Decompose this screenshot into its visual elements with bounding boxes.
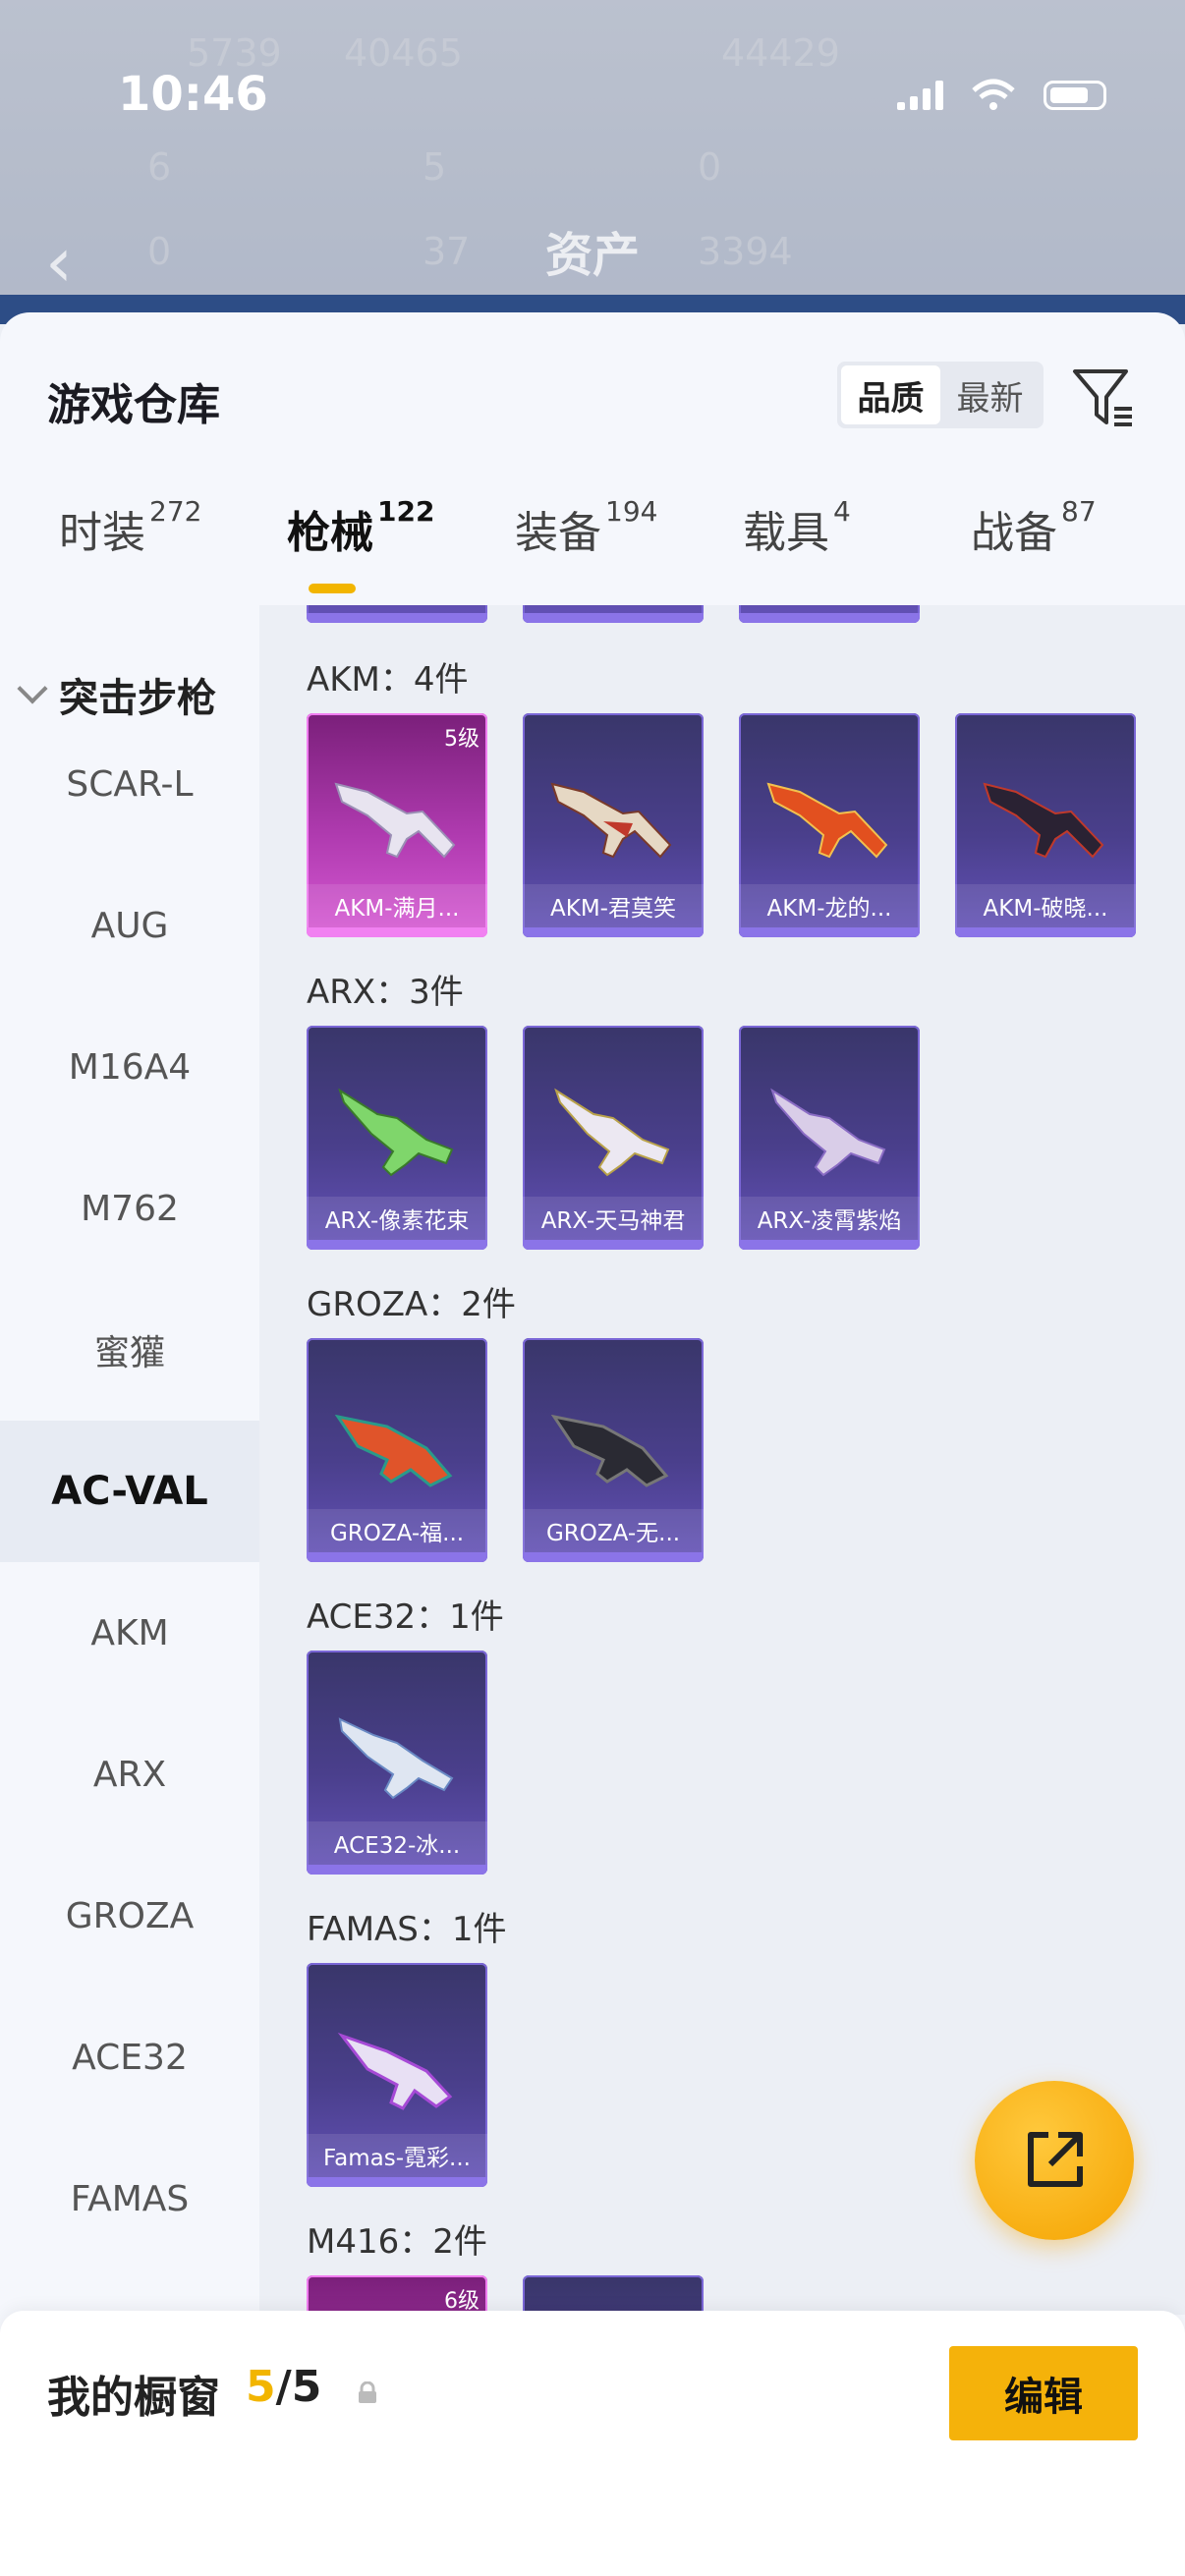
tab-underline [309, 584, 356, 593]
rifle-icon [983, 782, 1104, 859]
background-page: 5739 40465 44429 6 5 0 0 37 3394 10:46 ‹… [0, 0, 1185, 324]
tab-equipment[interactable]: 装备 194 [515, 495, 657, 560]
rifle-icon [338, 1717, 454, 1800]
lock-icon [359, 2381, 376, 2403]
skin-name: Famas-霓彩... [307, 2134, 487, 2177]
skin-card[interactable]: 6级 [307, 2275, 487, 2315]
filter-icon[interactable] [1069, 364, 1138, 432]
showcase-label: 我的橱窗 [47, 2373, 220, 2423]
sheet-title: 游戏仓库 [47, 380, 220, 430]
group-title-ace32: ACE32：1件 [307, 1597, 504, 1637]
skin-name: AKM-龙的... [739, 884, 920, 927]
tabs: 时装 272 枪械 122 装备 194 载具 4 战备 87 [0, 495, 1185, 605]
sort-toggle[interactable]: 品质 最新 [837, 362, 1044, 428]
rifle-icon [334, 1414, 453, 1487]
skin-card[interactable] [523, 605, 704, 623]
sidebar-item-famas[interactable]: FAMAS [0, 2128, 259, 2269]
skin-name: GROZA-无... [523, 1509, 704, 1552]
showcase-bar: 我的橱窗 5/5 编辑 [0, 2311, 1185, 2576]
chevron-down-icon [17, 673, 48, 704]
skin-card[interactable]: GROZA-福... [307, 1338, 487, 1562]
tab-fashion[interactable]: 时装 272 [59, 495, 201, 560]
group-title-famas: FAMAS：1件 [307, 1910, 507, 1949]
skin-card[interactable]: ARX-像素花束 [307, 1026, 487, 1250]
weapon-grid: AKM：4件 5级 AKM-满月... AKM-君莫笑 AKM-龙的... AK… [259, 605, 1185, 2315]
skin-card[interactable]: GROZA-无... [523, 1338, 704, 1562]
skin-card[interactable] [739, 605, 920, 623]
rifle-icon [338, 1088, 454, 1177]
sidebar-item-ac-val[interactable]: AC-VAL [0, 1421, 259, 1562]
status-time: 10:46 [118, 67, 268, 122]
sidebar-item-scar-l[interactable]: SCAR-L [0, 713, 259, 855]
level-badge: 5级 [444, 727, 480, 752]
edit-button[interactable]: 编辑 [949, 2346, 1138, 2440]
signal-icon [897, 81, 943, 110]
skin-name: ARX-像素花束 [307, 1197, 487, 1240]
skin-name: ACE32-冰... [307, 1821, 487, 1865]
sidebar-item-honey-badger[interactable]: 蜜獾 [0, 1279, 259, 1421]
group-title-m416: M416：2件 [307, 2222, 487, 2262]
rifle-icon [766, 782, 888, 859]
rifle-icon [337, 2032, 453, 2110]
skin-name: ARX-天马神君 [523, 1197, 704, 1240]
sidebar-item-m762[interactable]: M762 [0, 1138, 259, 1279]
sort-quality[interactable]: 品质 [841, 365, 940, 424]
skin-card[interactable]: ARX-天马神君 [523, 1026, 704, 1250]
skin-name: AKM-破晓... [955, 884, 1136, 927]
skin-name: ARX-凌霄紫焰 [739, 1197, 920, 1240]
wifi-icon [972, 79, 1015, 110]
sidebar-item-ace32[interactable]: ACE32 [0, 1987, 259, 2128]
skin-card[interactable]: Famas-霓彩... [307, 1963, 487, 2187]
skin-card[interactable]: ARX-凌霄紫焰 [739, 1026, 920, 1250]
skin-name: GROZA-福... [307, 1509, 487, 1552]
sidebar-item-m16a4[interactable]: M16A4 [0, 996, 259, 1138]
sidebar-item-groza[interactable]: GROZA [0, 1845, 259, 1987]
tab-vehicles[interactable]: 载具 4 [743, 495, 851, 560]
rifle-icon [550, 1414, 669, 1487]
warehouse-sheet: 游戏仓库 品质 最新 时装 272 枪械 122 装备 194 载具 4 战备 87 突击… [0, 312, 1185, 2576]
sidebar-item-arx[interactable]: ARX [0, 1704, 259, 1845]
status-icons [897, 79, 1106, 112]
back-icon[interactable]: ‹ [45, 222, 73, 303]
skin-name: AKM-君莫笑 [523, 884, 704, 927]
showcase-count: 5/5 [246, 2362, 322, 2412]
rifle-icon [334, 782, 456, 859]
share-button[interactable] [975, 2081, 1134, 2240]
share-icon [1028, 2132, 1083, 2187]
group-title-arx: ARX：3件 [307, 973, 464, 1012]
group-title-akm: AKM：4件 [307, 660, 469, 700]
page-title: 资产 [545, 228, 641, 283]
skin-card[interactable]: AKM-龙的... [739, 713, 920, 937]
skin-card[interactable]: AKM-君莫笑 [523, 713, 704, 937]
group-title-groza: GROZA：2件 [307, 1285, 516, 1324]
skin-card[interactable]: 5级 AKM-满月... [307, 713, 487, 937]
skin-name: AKM-满月... [307, 884, 487, 927]
skin-card[interactable] [307, 605, 487, 623]
sort-newest[interactable]: 最新 [940, 365, 1040, 424]
tab-guns[interactable]: 枪械 122 [287, 495, 434, 560]
skin-card[interactable]: ACE32-冰... [307, 1651, 487, 1875]
sidebar-item-aug[interactable]: AUG [0, 855, 259, 996]
battery-icon [1044, 81, 1106, 110]
skin-card[interactable]: AKM-破晓... [955, 713, 1136, 937]
rifle-icon [554, 1088, 670, 1177]
skin-card[interactable] [523, 2275, 704, 2315]
rifle-icon [770, 1088, 886, 1177]
tab-supplies[interactable]: 战备 87 [971, 495, 1097, 560]
sidebar-item-akm[interactable]: AKM [0, 1562, 259, 1704]
rifle-icon [550, 782, 672, 859]
category-sidebar: 突击步枪 SCAR-L AUG M16A4 M762 蜜獾 AC-VAL AKM… [0, 605, 259, 2576]
